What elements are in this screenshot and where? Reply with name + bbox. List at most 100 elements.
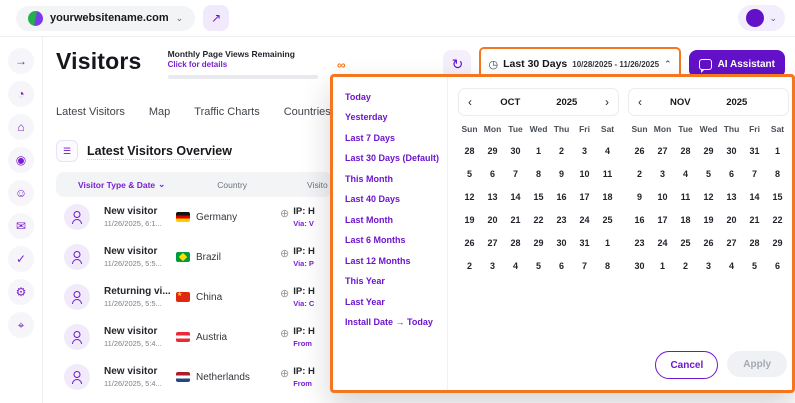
calendar-day[interactable]: 29 <box>697 140 720 162</box>
calendar-day[interactable]: 25 <box>596 209 619 231</box>
calendar-day[interactable]: 22 <box>766 209 789 231</box>
calendar-day[interactable]: 5 <box>697 163 720 185</box>
calendar-day[interactable]: 1 <box>527 140 550 162</box>
calendar-day[interactable]: 10 <box>573 163 596 185</box>
calendar-day[interactable]: 21 <box>504 209 527 231</box>
calendar-day[interactable]: 28 <box>504 232 527 254</box>
calendar-day[interactable]: 25 <box>674 232 697 254</box>
calendar-day[interactable]: 4 <box>674 163 697 185</box>
calendar-day[interactable]: 8 <box>527 163 550 185</box>
calendar-day[interactable]: 26 <box>697 232 720 254</box>
next-month-icon[interactable]: › <box>595 95 609 109</box>
calendar-day[interactable]: 2 <box>674 255 697 277</box>
calendar-day[interactable]: 10 <box>651 186 674 208</box>
calendar-day[interactable]: 6 <box>481 163 504 185</box>
calendar-day[interactable]: 14 <box>504 186 527 208</box>
date-preset-option[interactable]: Last Month <box>345 212 439 227</box>
calendar-day[interactable]: 22 <box>527 209 550 231</box>
prev-month-icon[interactable]: ‹ <box>468 95 482 109</box>
calendar-day[interactable]: 11 <box>674 186 697 208</box>
date-preset-option[interactable]: This Year <box>345 274 439 289</box>
calendar-day[interactable]: 8 <box>596 255 619 277</box>
calendar-day[interactable]: 17 <box>651 209 674 231</box>
calendar-day[interactable]: 28 <box>458 140 481 162</box>
calendar-day[interactable]: 1 <box>766 140 789 162</box>
calendar-day[interactable]: 16 <box>628 209 651 231</box>
calendar-day[interactable]: 30 <box>720 140 743 162</box>
calendar-day[interactable]: 31 <box>743 140 766 162</box>
calendar-day[interactable]: 2 <box>628 163 651 185</box>
calendar-day[interactable]: 6 <box>766 255 789 277</box>
calendar-day[interactable]: 17 <box>573 186 596 208</box>
calendar-day[interactable]: 21 <box>743 209 766 231</box>
calendar-day[interactable]: 18 <box>674 209 697 231</box>
calendar-day[interactable]: 1 <box>596 232 619 254</box>
prev-month-icon[interactable]: ‹ <box>638 95 652 109</box>
date-preset-option[interactable]: Last 40 Days <box>345 192 439 207</box>
calendar-day[interactable]: 28 <box>674 140 697 162</box>
calendar-day[interactable]: 4 <box>720 255 743 277</box>
website-selector[interactable]: yourwebsitename.com ⌄ <box>16 6 195 31</box>
calendar-day[interactable]: 29 <box>527 232 550 254</box>
tab[interactable]: Latest Visitors <box>56 106 125 126</box>
calendar-day[interactable]: 23 <box>628 232 651 254</box>
calendar-day[interactable]: 26 <box>458 232 481 254</box>
date-preset-option[interactable]: Install Date → Today <box>345 315 439 330</box>
date-preset-option[interactable]: Last 12 Months <box>345 253 439 268</box>
date-preset-option[interactable]: Yesterday <box>345 110 439 125</box>
calendar-day[interactable]: 3 <box>573 140 596 162</box>
calendar-day[interactable]: 2 <box>458 255 481 277</box>
calendar-day[interactable]: 7 <box>743 163 766 185</box>
calendar-day[interactable]: 27 <box>720 232 743 254</box>
date-preset-option[interactable]: Last Year <box>345 294 439 309</box>
calendar-day[interactable]: 19 <box>697 209 720 231</box>
date-preset-option[interactable]: Last 6 Months <box>345 233 439 248</box>
calendar-day[interactable]: 15 <box>527 186 550 208</box>
calendar-day[interactable]: 26 <box>628 140 651 162</box>
calendar-day[interactable]: 5 <box>458 163 481 185</box>
calendar-day[interactable]: 27 <box>651 140 674 162</box>
calendar-day[interactable]: 11 <box>596 163 619 185</box>
date-preset-option[interactable]: Last 7 Days <box>345 130 439 145</box>
calendar-day[interactable]: 29 <box>481 140 504 162</box>
calendar-day[interactable]: 30 <box>504 140 527 162</box>
calendar-day[interactable]: 7 <box>504 163 527 185</box>
calendar-day[interactable]: 24 <box>651 232 674 254</box>
date-preset-option[interactable]: This Month <box>345 171 439 186</box>
calendar-day[interactable]: 2 <box>550 140 573 162</box>
calendar-day[interactable]: 30 <box>628 255 651 277</box>
date-preset-option[interactable]: Today <box>345 89 439 104</box>
open-website-button[interactable]: ↗ <box>203 5 229 31</box>
calendar-day[interactable]: 5 <box>743 255 766 277</box>
calendar-day[interactable]: 15 <box>766 186 789 208</box>
calendar-day[interactable]: 28 <box>743 232 766 254</box>
column-visitor-type-date[interactable]: Visitor Type & Date ⌄ <box>78 179 165 190</box>
calendar-day[interactable]: 8 <box>766 163 789 185</box>
calendar-day[interactable]: 30 <box>550 232 573 254</box>
calendar-day[interactable]: 9 <box>550 163 573 185</box>
calendar-day[interactable]: 20 <box>720 209 743 231</box>
calendar-day[interactable]: 3 <box>481 255 504 277</box>
calendar-day[interactable]: 16 <box>550 186 573 208</box>
calendar-day[interactable]: 9 <box>628 186 651 208</box>
calendar-day[interactable]: 27 <box>481 232 504 254</box>
tab[interactable]: Traffic Charts <box>194 106 259 126</box>
calendar-day[interactable]: 20 <box>481 209 504 231</box>
calendar-day[interactable]: 14 <box>743 186 766 208</box>
calendar-day[interactable]: 29 <box>766 232 789 254</box>
calendar-day[interactable]: 5 <box>527 255 550 277</box>
calendar-day[interactable]: 6 <box>720 163 743 185</box>
calendar-day[interactable]: 6 <box>550 255 573 277</box>
apply-button[interactable]: Apply <box>727 351 787 377</box>
calendar-day[interactable]: 13 <box>481 186 504 208</box>
calendar-day[interactable]: 1 <box>651 255 674 277</box>
calendar-day[interactable]: 4 <box>596 140 619 162</box>
calendar-day[interactable]: 4 <box>504 255 527 277</box>
calendar-day[interactable]: 19 <box>458 209 481 231</box>
calendar-day[interactable]: 7 <box>573 255 596 277</box>
calendar-day[interactable]: 18 <box>596 186 619 208</box>
calendar-day[interactable]: 31 <box>573 232 596 254</box>
calendar-day[interactable]: 24 <box>573 209 596 231</box>
calendar-day[interactable]: 3 <box>651 163 674 185</box>
quota-details-link[interactable]: Click for details <box>168 60 318 69</box>
